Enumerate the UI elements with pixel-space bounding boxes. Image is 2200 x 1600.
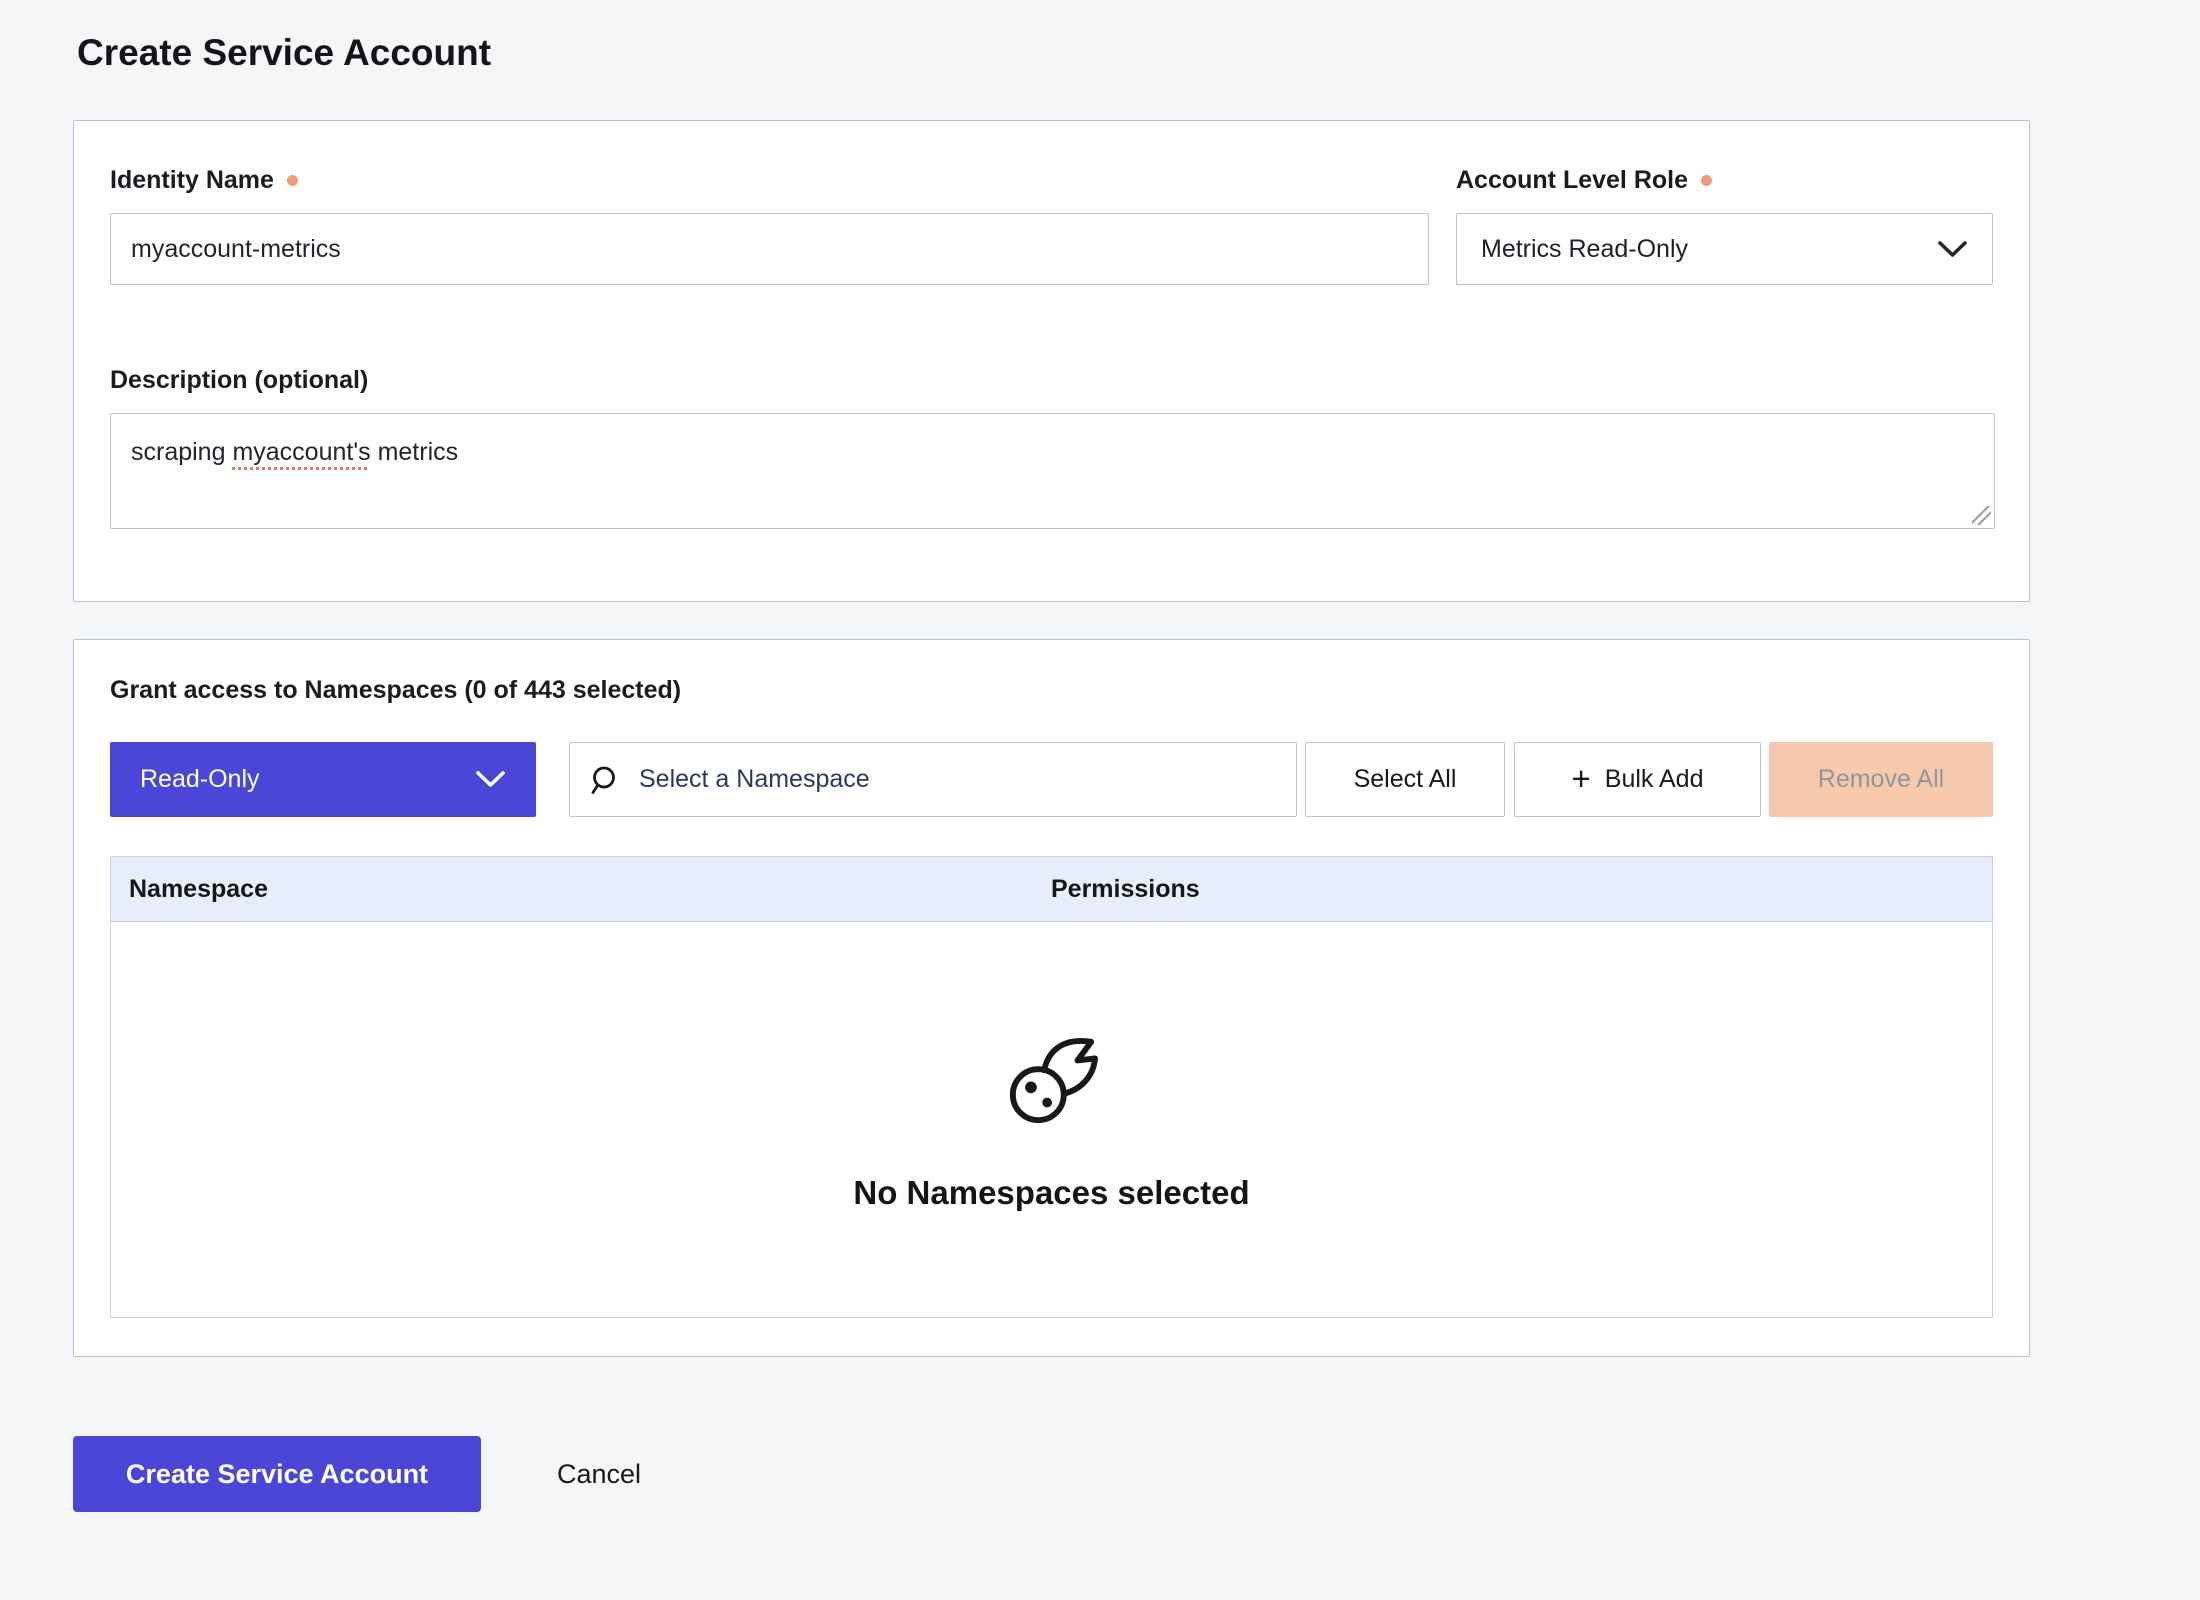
description-misspelled-word: myaccount's xyxy=(232,438,370,466)
description-label: Description (optional) xyxy=(110,366,368,395)
page-title: Create Service Account xyxy=(77,30,2030,76)
remove-all-button[interactable]: Remove All xyxy=(1769,742,1993,817)
namespaces-table: Namespace Permissions No Namespaces sele… xyxy=(110,856,1993,1318)
description-text: metrics xyxy=(371,438,459,466)
bulk-add-button[interactable]: + Bulk Add xyxy=(1514,742,1761,817)
footer-actions: Create Service Account Cancel xyxy=(73,1436,2030,1512)
plus-icon: + xyxy=(1572,762,1591,795)
chevron-down-icon xyxy=(1937,240,1968,259)
description-textarea[interactable]: scraping myaccount's metrics xyxy=(110,413,1995,529)
empty-state-message: No Namespaces selected xyxy=(853,1174,1249,1212)
namespaces-toolbar: Read-Only Select All + Bulk Add Remove A… xyxy=(110,742,1993,817)
required-dot-icon xyxy=(1701,175,1712,186)
comet-icon xyxy=(1005,1034,1099,1128)
description-text: scraping xyxy=(131,438,232,466)
identity-card: Identity Name Account Level Role Metrics… xyxy=(73,120,2030,602)
namespaces-card: Grant access to Namespaces (0 of 443 sel… xyxy=(73,639,2030,1357)
bulk-add-label: Bulk Add xyxy=(1605,765,1704,794)
textarea-resize-handle[interactable] xyxy=(1972,506,1991,525)
column-header-permissions: Permissions xyxy=(1051,875,1992,904)
identity-name-input[interactable] xyxy=(110,213,1429,285)
namespace-search-box[interactable] xyxy=(569,742,1297,817)
create-service-account-page: Create Service Account Identity Name Acc… xyxy=(0,0,2030,1512)
account-level-role-select[interactable]: Metrics Read-Only xyxy=(1456,213,1993,285)
column-header-namespace: Namespace xyxy=(111,875,1051,904)
permission-dropdown[interactable]: Read-Only xyxy=(110,742,536,817)
namespaces-table-body: No Namespaces selected xyxy=(111,922,1992,1317)
cancel-button[interactable]: Cancel xyxy=(551,1458,647,1491)
account-level-role-label: Account Level Role xyxy=(1456,166,1688,195)
search-icon xyxy=(589,764,621,796)
create-service-account-button[interactable]: Create Service Account xyxy=(73,1436,481,1512)
description-label-row: Description (optional) xyxy=(110,365,1993,395)
select-all-button[interactable]: Select All xyxy=(1305,742,1505,817)
account-level-role-label-row: Account Level Role xyxy=(1456,165,1993,195)
account-level-role-value: Metrics Read-Only xyxy=(1481,235,1688,264)
chevron-down-icon xyxy=(475,770,506,789)
namespaces-table-header: Namespace Permissions xyxy=(111,857,1992,922)
required-dot-icon xyxy=(287,175,298,186)
namespaces-section-title: Grant access to Namespaces (0 of 443 sel… xyxy=(110,676,1993,706)
identity-name-label-row: Identity Name xyxy=(110,165,1429,195)
namespace-search-input[interactable] xyxy=(637,764,1277,795)
permission-dropdown-value: Read-Only xyxy=(140,765,260,794)
identity-name-label: Identity Name xyxy=(110,166,274,195)
